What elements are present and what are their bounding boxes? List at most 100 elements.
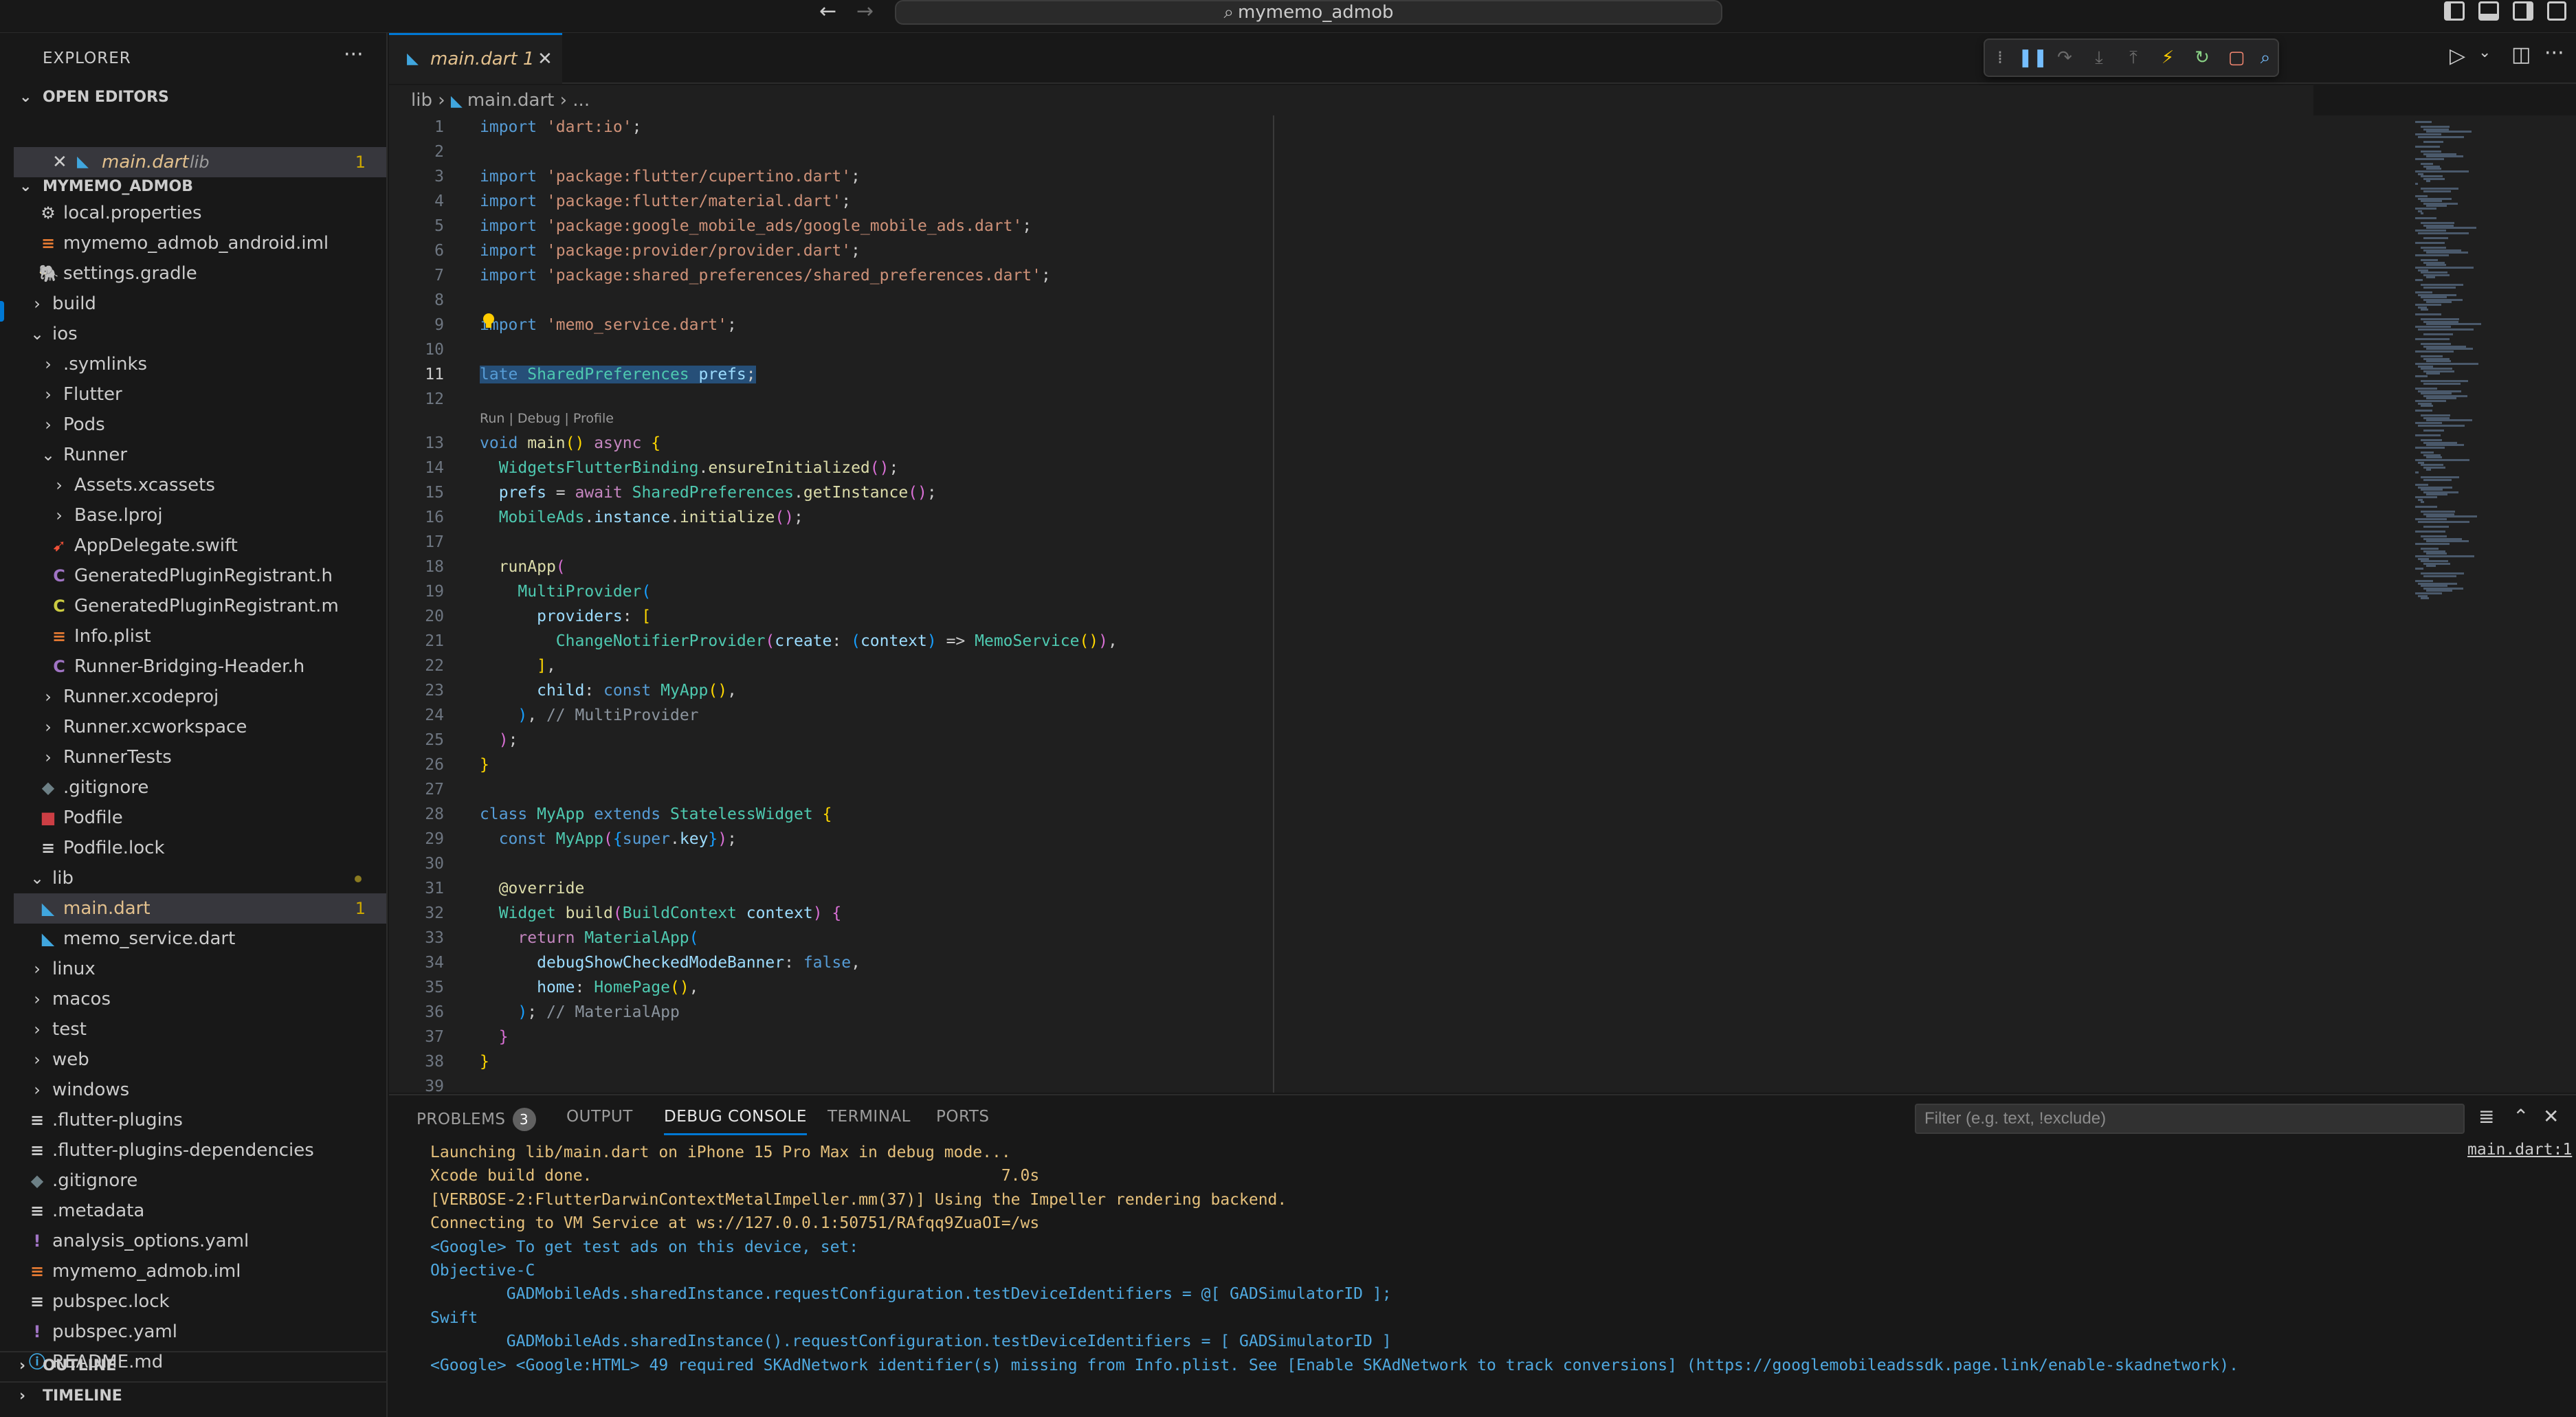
tree-folder[interactable]: › Flutter (14, 379, 386, 410)
code-line[interactable]: import 'package:flutter/cupertino.dart'; (480, 168, 860, 186)
stop-icon[interactable]: ▢ (2224, 45, 2249, 70)
tree-file[interactable]: C GeneratedPluginRegistrant.h (14, 561, 386, 591)
tree-file[interactable]: ≡ .flutter-plugins-dependencies (14, 1135, 386, 1165)
code-line[interactable]: Widget build(BuildContext context) { (480, 904, 842, 922)
code-line[interactable]: import 'dart:io'; (480, 118, 641, 136)
code-line[interactable]: runApp( (480, 558, 566, 576)
tree-file[interactable]: ≡ .flutter-plugins (14, 1105, 386, 1135)
tree-file[interactable]: ➹ AppDelegate.swift (14, 531, 386, 561)
toggle-primary-sidebar-icon[interactable] (2444, 1, 2465, 21)
tree-file[interactable]: ≡ mymemo_admob_android.iml (14, 228, 386, 258)
code-line[interactable]: home: HomePage(), (480, 979, 698, 996)
code-line[interactable]: void main() async { (480, 434, 660, 452)
tree-file[interactable]: ! pubspec.yaml (14, 1317, 386, 1347)
code-editor[interactable]: 1 2 3 4 5 6 7 8 9 10 11 12 13 14 15 16 17 18 19 20 21 22 23 24 2… (389, 115, 2576, 1093)
open-editors-header[interactable]: ⌄ OPEN EDITORS (0, 84, 386, 111)
tree-file[interactable]: ⚙ local.properties (14, 198, 386, 228)
minimap[interactable] (2404, 115, 2576, 1093)
run-icon[interactable]: ▷ (2450, 44, 2465, 68)
code-line[interactable]: ); (480, 731, 518, 749)
breadcrumb-file[interactable]: main.dart (467, 90, 555, 111)
tree-folder[interactable]: › linux (14, 954, 386, 984)
code-line[interactable]: WidgetsFlutterBinding.ensureInitialized(… (480, 459, 899, 477)
breadcrumb-symbol[interactable]: ... (573, 90, 590, 111)
tab-problems[interactable]: PROBLEMS 3 (417, 1108, 536, 1135)
tree-file[interactable]: 🐘 settings.gradle (14, 258, 386, 289)
restart-icon[interactable]: ↻ (2190, 45, 2214, 70)
tab-main-dart[interactable]: ◣ main.dart 1 ✕ (389, 33, 562, 84)
code-line[interactable]: const MyApp({super.key}); (480, 830, 737, 848)
toggle-panel-icon[interactable] (2478, 1, 2499, 21)
close-panel-icon[interactable]: ✕ (2543, 1105, 2559, 1128)
breadcrumb-folder[interactable]: lib (411, 90, 432, 111)
tree-folder[interactable]: › Runner.xcodeproj (14, 682, 386, 712)
tree-folder[interactable]: › Pods (14, 410, 386, 440)
code-line[interactable]: late SharedPreferences prefs; (480, 366, 756, 383)
toggle-secondary-sidebar-icon[interactable] (2513, 1, 2533, 21)
outline-header[interactable]: › OUTLINE (0, 1351, 386, 1379)
tree-folder[interactable]: › macos (14, 984, 386, 1014)
clear-console-icon[interactable]: ≣ (2478, 1105, 2494, 1128)
code-line[interactable]: providers: [ (480, 607, 651, 625)
tree-file[interactable]: C GeneratedPluginRegistrant.m (14, 591, 386, 621)
code-line[interactable]: @override (480, 880, 585, 897)
code-line[interactable]: } (480, 1028, 509, 1046)
tab-terminal[interactable]: TERMINAL (828, 1108, 911, 1135)
project-header[interactable]: ⌄ MYMEMO_ADMOB (0, 173, 386, 201)
code-line[interactable]: ChangeNotifierProvider(create: (context)… (480, 632, 1118, 650)
back-arrow-icon[interactable]: ← (819, 0, 836, 23)
tree-file[interactable]: ! analysis_options.yaml (14, 1226, 386, 1256)
tree-folder[interactable]: › .symlinks (14, 349, 386, 379)
step-into-icon[interactable]: ⤓ (2087, 45, 2111, 70)
tab-ports[interactable]: PORTS (936, 1108, 989, 1135)
code-line[interactable]: } (480, 756, 489, 774)
command-center-search[interactable]: ⌕ mymemo_admob (895, 0, 1722, 25)
code-line[interactable]: } (480, 1053, 489, 1071)
timeline-header[interactable]: › TIMELINE (0, 1381, 386, 1409)
code-line[interactable]: return MaterialApp( (480, 929, 698, 947)
close-icon[interactable]: ✕ (537, 35, 553, 83)
tree-folder[interactable]: › Assets.xcassets (14, 470, 386, 500)
tree-file[interactable]: ◣ memo_service.dart (14, 924, 386, 954)
code-line[interactable]: ], (480, 657, 556, 675)
maximize-panel-icon[interactable]: ⌃ (2513, 1105, 2529, 1128)
tree-file[interactable]: ◆ .gitignore (14, 1165, 386, 1196)
split-editor-icon[interactable]: ◫ (2511, 43, 2531, 67)
tree-folder[interactable]: › test (14, 1014, 386, 1045)
tree-folder[interactable]: › build (14, 289, 386, 319)
codelens-run-debug-profile[interactable]: Run | Debug | Profile (480, 411, 614, 426)
forward-arrow-icon[interactable]: → (856, 0, 874, 23)
step-out-icon[interactable]: ⤒ (2121, 45, 2146, 70)
inspect-widget-icon[interactable]: ⌕ (2253, 45, 2278, 70)
code-line[interactable]: child: const MyApp(), (480, 682, 737, 700)
chevron-down-icon[interactable]: ⌄ (2478, 44, 2491, 61)
code-line[interactable]: ), // MultiProvider (480, 706, 698, 724)
tree-file[interactable]: ≡ mymemo_admob.iml (14, 1256, 386, 1286)
tree-folder[interactable]: ⌄ Runner (14, 440, 386, 470)
code-line[interactable]: import 'package:shared_preferences/share… (480, 267, 1051, 284)
tree-folder[interactable]: ⌄ lib (14, 863, 386, 893)
tab-output[interactable]: OUTPUT (566, 1108, 633, 1135)
code-line[interactable]: import 'package:flutter/material.dart'; (480, 192, 851, 210)
code-line[interactable]: import 'package:google_mobile_ads/google… (480, 217, 1032, 235)
tree-folder[interactable]: › windows (14, 1075, 386, 1105)
tree-folder[interactable]: › RunnerTests (14, 742, 386, 772)
code-line[interactable]: class MyApp extends StatelessWidget { (480, 805, 832, 823)
tree-file[interactable]: ■ Podfile (14, 803, 386, 833)
tree-folder[interactable]: › Runner.xcworkspace (14, 712, 386, 742)
drag-handle-icon[interactable]: ⁞ (1988, 45, 2012, 70)
step-over-icon[interactable]: ↷ (2052, 45, 2077, 70)
tree-file[interactable]: ≡ Info.plist (14, 621, 386, 651)
pause-icon[interactable]: ❚❚ (2018, 45, 2048, 70)
tree-folder[interactable]: › Base.lproj (14, 500, 386, 531)
code-line[interactable]: ); // MaterialApp (480, 1003, 679, 1021)
tree-file[interactable]: ≡ pubspec.lock (14, 1286, 386, 1317)
tree-file[interactable]: ≡ .metadata (14, 1196, 386, 1226)
code-line[interactable]: prefs = await SharedPreferences.getInsta… (480, 484, 937, 502)
tree-file[interactable]: ◣ main.dart 1 (14, 893, 386, 924)
code-line[interactable]: MultiProvider( (480, 583, 651, 601)
code-line[interactable]: import 'package:provider/provider.dart'; (480, 242, 860, 260)
more-actions-icon[interactable]: ··· (344, 43, 364, 67)
tree-folder[interactable]: ⌄ ios (14, 319, 386, 349)
lightbulb-icon[interactable] (481, 312, 496, 330)
